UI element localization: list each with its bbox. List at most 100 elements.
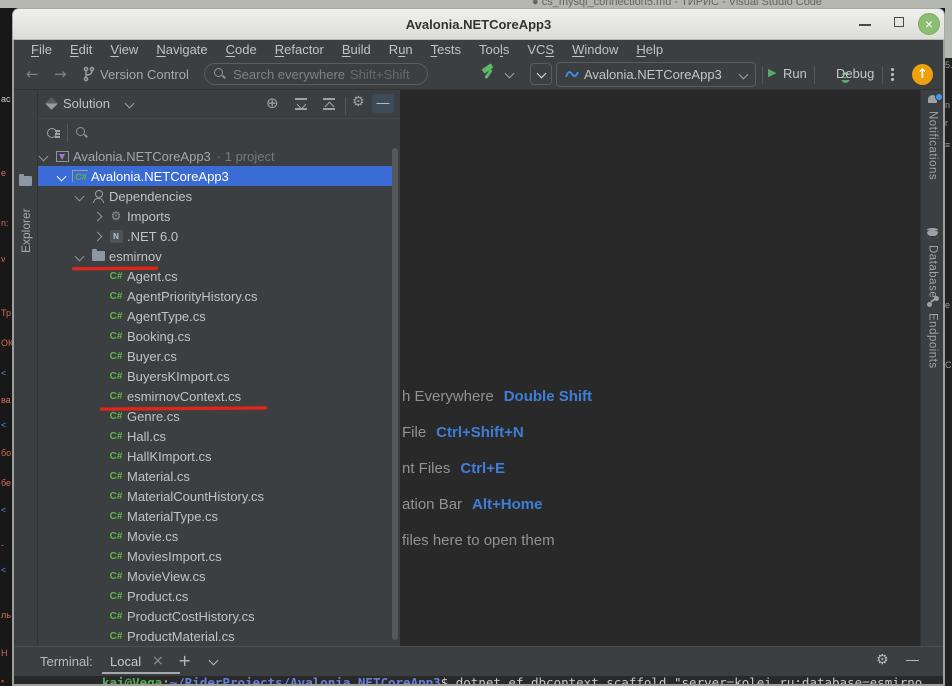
terminal-content[interactable]: kai@Vega:~/RiderProjects/Avalonia.NETCor… [14, 676, 943, 684]
forward-icon[interactable]: → [54, 65, 67, 83]
database-tab[interactable]: Database [921, 228, 944, 298]
locate-icon[interactable]: ⊕ [266, 94, 279, 112]
menu-refactor[interactable]: Refactor [266, 42, 333, 57]
tree-item-movieview-cs[interactable]: C#MovieView.cs [38, 566, 392, 586]
tree-item-avalonia-netcoreapp3[interactable]: C#Avalonia.NETCoreApp3 [38, 166, 392, 186]
tree-item-esmirnov[interactable]: esmirnov [38, 246, 392, 266]
search-everywhere-box[interactable]: Search everywhere Shift+Shift [204, 63, 428, 85]
panel-title[interactable]: Solution [63, 96, 110, 111]
chevron-down-icon[interactable] [40, 153, 54, 160]
tree-item-movie-cs[interactable]: C#Movie.cs [38, 526, 392, 546]
tree-scrollbar[interactable] [392, 148, 398, 640]
new-terminal-plus-icon[interactable]: + [178, 651, 191, 670]
cs-icon: C# [110, 371, 123, 382]
avalonia-icon [565, 68, 579, 86]
tree-item-label: ProductCostHistory.cs [127, 609, 255, 624]
chevron-down-icon[interactable] [76, 253, 90, 260]
tree-item-label: AgentPriorityHistory.cs [127, 289, 258, 304]
menu-navigate[interactable]: Navigate [147, 42, 216, 57]
run-config-select[interactable]: Avalonia.NETCoreApp3 [556, 62, 756, 87]
cs-icon: C# [110, 431, 123, 442]
tree-item-productcosthistory-cs[interactable]: C#ProductCostHistory.cs [38, 606, 392, 626]
chevron-right-icon[interactable] [94, 213, 108, 220]
menu-build[interactable]: Build [333, 42, 380, 57]
shortcut-key-label: Ctrl+Shift+N [436, 424, 524, 441]
background-text-fragment: v [1, 254, 6, 264]
view-options-icon[interactable] [47, 127, 60, 140]
tree-item-moviesimport-cs[interactable]: C#MoviesImport.cs [38, 546, 392, 566]
chevron-right-icon[interactable] [94, 233, 108, 240]
tree-item-label: Product.cs [127, 589, 188, 604]
tree-item-hall-cs[interactable]: C#Hall.cs [38, 426, 392, 446]
menu-window[interactable]: Window [563, 42, 627, 57]
tree-item-imports[interactable]: ⚙Imports [38, 206, 392, 226]
tree-item-agenttype-cs[interactable]: C#AgentType.cs [38, 306, 392, 326]
tree-item-materialtype-cs[interactable]: C#MaterialType.cs [38, 506, 392, 526]
run-widget-chevron-button[interactable] [530, 63, 552, 85]
chevron-down-icon [739, 70, 749, 80]
terminal-tab-local[interactable]: Local [110, 654, 141, 669]
tree-item-label: Avalonia.NETCoreApp3 [91, 169, 229, 184]
explorer-tab[interactable]: Explorer [19, 208, 33, 253]
folder-tool-icon[interactable] [19, 176, 32, 186]
minimize-icon[interactable] [859, 24, 871, 26]
update-notification-button[interactable]: ↑ [912, 64, 933, 85]
tree-item-dependencies[interactable]: Dependencies [38, 186, 392, 206]
tree-item-hallkimport-cs[interactable]: C#HallKImport.cs [38, 446, 392, 466]
tree-item-label: ProductMaterial.cs [127, 629, 235, 644]
endpoints-tab[interactable]: Endpoints [921, 296, 944, 369]
menu-run[interactable]: Run [380, 42, 422, 57]
project-count-badge: · 1 project [217, 149, 275, 164]
more-options-kebab-icon[interactable] [891, 68, 894, 71]
debug-button[interactable]: Debug [836, 66, 874, 81]
tree-item-productmaterial-cs[interactable]: C#ProductMaterial.cs [38, 626, 392, 645]
run-button[interactable]: Run [783, 66, 807, 81]
tree-item-material-cs[interactable]: C#Material.cs [38, 466, 392, 486]
tree-item--net-6-0[interactable]: N.NET 6.0 [38, 226, 392, 246]
background-window-title: ● cs_mysql_connection5.md - ТИРИС - Visu… [532, 0, 822, 8]
menu-code[interactable]: Code [217, 42, 266, 57]
tree-item-avalonia-netcoreapp3[interactable]: Avalonia.NETCoreApp3· 1 project [38, 146, 392, 166]
cs-icon: C# [110, 291, 123, 302]
menu-edit[interactable]: Edit [61, 42, 101, 57]
tree-item-buyer-cs[interactable]: C#Buyer.cs [38, 346, 392, 366]
tree-item-product-cs[interactable]: C#Product.cs [38, 586, 392, 606]
version-control-button[interactable]: Version Control [100, 67, 189, 82]
chevron-down-icon[interactable] [76, 193, 90, 200]
tree-item-materialcounthistory-cs[interactable]: C#MaterialCountHistory.cs [38, 486, 392, 506]
menu-file[interactable]: File [22, 42, 61, 57]
close-icon[interactable]: × [918, 13, 940, 35]
menu-tests[interactable]: Tests [422, 42, 470, 57]
menu-tools[interactable]: Tools [470, 42, 518, 57]
tree-item-label: MaterialType.cs [127, 509, 218, 524]
build-dropdown-chevron-icon[interactable] [505, 69, 515, 79]
build-hammer-icon[interactable] [480, 64, 496, 80]
panel-hide-button[interactable]: — [372, 94, 394, 113]
terminal-settings-gear-icon[interactable]: ⚙ [876, 652, 889, 668]
tree-item-agentpriorityhistory-cs[interactable]: C# AgentPriorityHistory.cs [38, 286, 392, 306]
right-toolwindow-bar: Notifications Database Endpoints [920, 90, 943, 646]
notifications-tab[interactable]: Notifications [921, 94, 944, 180]
terminal-dropdown-chevron-icon[interactable] [209, 656, 219, 666]
panel-settings-gear-icon[interactable]: ⚙ [352, 94, 365, 110]
chevron-down-icon [537, 69, 547, 79]
menu-help[interactable]: Help [627, 42, 672, 57]
back-icon[interactable]: ← [26, 65, 39, 83]
branch-icon [82, 66, 96, 87]
terminal-hide-icon[interactable]: — [906, 652, 919, 667]
panel-divider [345, 97, 346, 115]
tab-close-icon[interactable]: × [152, 653, 164, 669]
menu-view[interactable]: View [101, 42, 147, 57]
menu-vcs[interactable]: VCS [518, 42, 563, 57]
window-titlebar: Avalonia.NETCoreApp3 × [12, 8, 945, 40]
tree-item-label: Buyer.cs [127, 349, 177, 364]
search-icon[interactable] [76, 127, 88, 139]
tree-item-booking-cs[interactable]: C#Booking.cs [38, 326, 392, 346]
tree-item-label: Imports [127, 209, 170, 224]
chevron-down-icon[interactable] [58, 173, 72, 180]
tree-item-esmirnovcontext-cs[interactable]: C#esmirnovContext.cs [38, 386, 392, 406]
panel-title-chevron-icon[interactable] [125, 99, 135, 109]
maximize-icon[interactable] [894, 17, 904, 27]
tree-item-buyerskimport-cs[interactable]: C#BuyersKImport.cs [38, 366, 392, 386]
run-play-icon[interactable]: ▶ [768, 66, 776, 79]
